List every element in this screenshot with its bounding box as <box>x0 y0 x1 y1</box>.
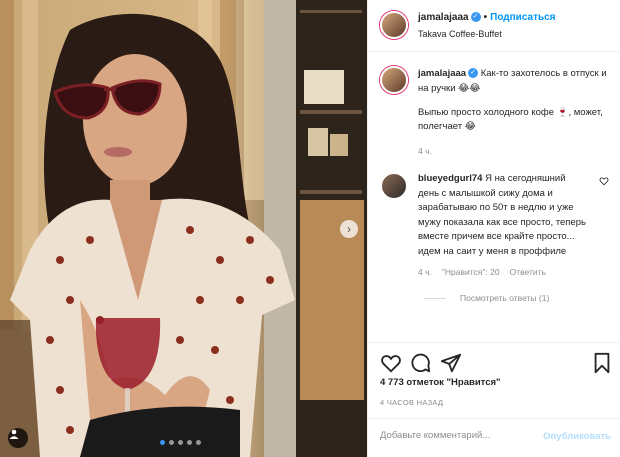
commenter-username[interactable]: blueyedgurl74 <box>418 173 482 184</box>
add-comment-bar: Опубликовать <box>368 418 620 457</box>
comment-item: blueyedgurl74 Я на сегодняшний день с ма… <box>380 172 609 303</box>
post-side-panel: jamalajaaa ✓ • Подписаться Takava Coffee-Bu… <box>367 0 620 457</box>
author-avatar[interactable] <box>380 11 408 39</box>
verified-icon: ✓ <box>470 12 481 23</box>
carousel-dot <box>187 440 192 445</box>
tagged-users-button[interactable] <box>8 428 28 448</box>
caption-text: jamalajaaa ✓ Как-то захотелось в отпуск и… <box>418 66 609 96</box>
user-tag-icon <box>9 429 19 439</box>
share-icon[interactable] <box>440 352 462 374</box>
post-timestamp[interactable]: 4 ЧАСОВ НАЗАД <box>380 398 443 407</box>
photo-illustration <box>0 0 367 457</box>
comment-meta: 4 ч. "Нравится": 20 Ответить <box>418 267 609 277</box>
separator-dot: • <box>483 12 488 23</box>
carousel-dot <box>196 440 201 445</box>
caption: jamalajaaa ✓ Как-то захотелось в отпуск и… <box>380 66 609 156</box>
carousel-dot <box>160 440 165 445</box>
author-line: jamalajaaa ✓ • Подписаться <box>418 12 556 23</box>
caption-time[interactable]: 4 ч. <box>418 146 609 156</box>
chevron-right-icon: › <box>347 222 351 236</box>
caption-line2: Выпью просто холодного кофе 🍷, может, по… <box>418 107 603 132</box>
follow-button[interactable]: Подписаться <box>490 12 555 23</box>
comment-time[interactable]: 4 ч. <box>418 267 432 277</box>
verified-icon: ✓ <box>468 68 479 79</box>
carousel-next-button[interactable]: › <box>340 220 358 238</box>
carousel-dots <box>160 440 201 445</box>
location-link[interactable]: Takava Coffee-Buffet <box>418 29 502 39</box>
action-bar <box>368 342 620 382</box>
replies-divider <box>424 297 446 299</box>
author-username[interactable]: jamalajaaa <box>418 12 469 23</box>
comment-text: blueyedgurl74 Я на сегодняшний день с ма… <box>418 172 588 259</box>
comment-icon[interactable] <box>410 352 432 374</box>
publish-button[interactable]: Опубликовать <box>543 431 611 442</box>
heart-icon[interactable] <box>380 352 402 374</box>
comment-likes[interactable]: "Нравится": 20 <box>442 267 500 277</box>
commenter-avatar[interactable] <box>380 172 408 200</box>
comment-body: Я на сегодняшний день с малышкой сижу до… <box>418 173 586 257</box>
view-replies-label: Посмотреть ответы (1) <box>460 293 550 303</box>
caption-avatar[interactable] <box>380 66 408 94</box>
comment-like-icon[interactable] <box>599 176 609 186</box>
carousel-dot <box>169 440 174 445</box>
view-replies-button[interactable]: Посмотреть ответы (1) <box>424 293 609 303</box>
likes-count[interactable]: 4 773 отметок "Нравится" <box>380 377 501 388</box>
caption-username[interactable]: jamalajaaa <box>418 68 466 79</box>
carousel-dot <box>178 440 183 445</box>
post-header: jamalajaaa ✓ • Подписаться Takava Coffee-Bu… <box>368 0 620 52</box>
post-photo[interactable]: › <box>0 0 367 457</box>
comments-list[interactable]: jamalajaaa ✓ Как-то захотелось в отпуск и… <box>368 52 620 342</box>
bookmark-icon[interactable] <box>591 352 613 374</box>
reply-button[interactable]: Ответить <box>510 267 546 277</box>
comment-input[interactable] <box>380 430 530 441</box>
